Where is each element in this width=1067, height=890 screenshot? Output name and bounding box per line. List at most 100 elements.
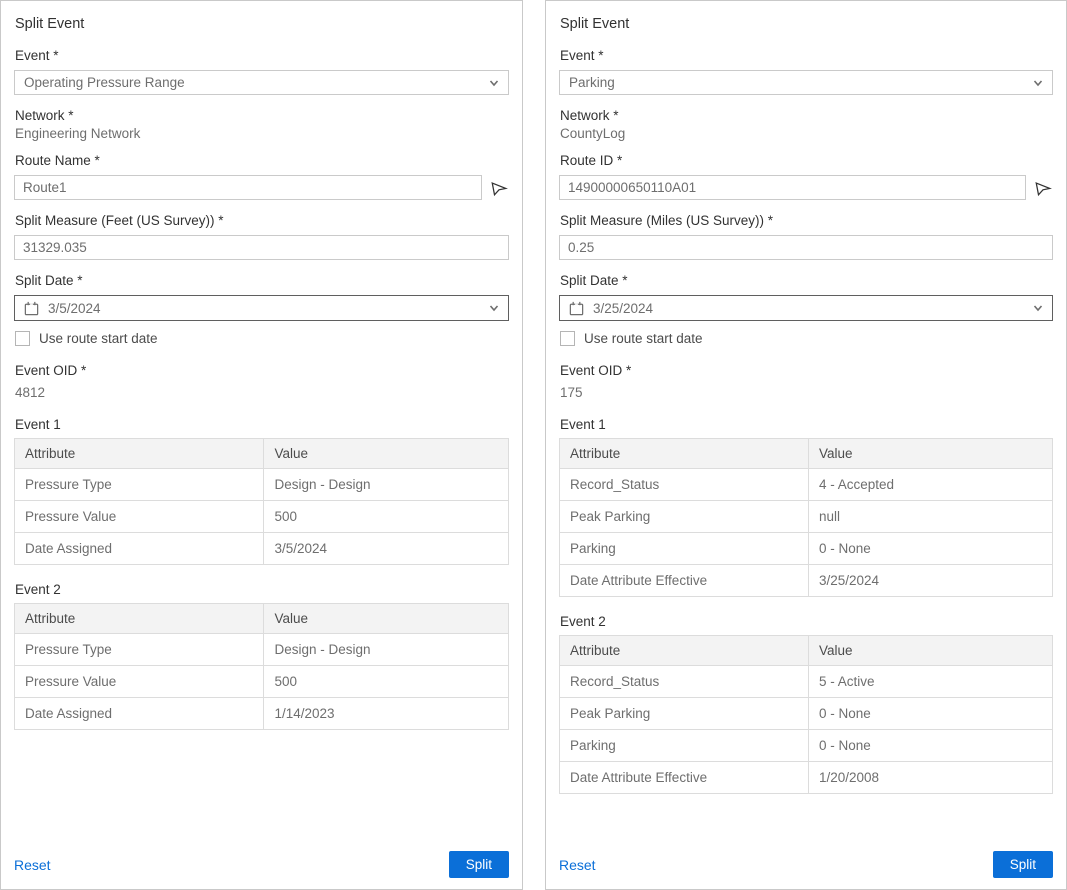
attribute-cell: Parking	[560, 730, 809, 762]
event-select[interactable]: Parking	[559, 70, 1053, 95]
attribute-cell: Parking	[560, 533, 809, 565]
network-value: Engineering Network	[15, 126, 509, 141]
value-cell: 500	[264, 666, 509, 698]
attribute-cell: Pressure Type	[15, 469, 264, 501]
value-cell: 500	[264, 501, 509, 533]
use-route-start-date-row: Use route start date	[560, 331, 1053, 346]
attribute-cell: Date Assigned	[15, 533, 264, 565]
attribute-cell: Peak Parking	[560, 698, 809, 730]
date-label: Split Date *	[560, 273, 1053, 288]
event-select-value: Operating Pressure Range	[24, 75, 488, 90]
table-row: Peak Parking 0 - None	[560, 698, 1053, 730]
value-cell: 5 - Active	[808, 666, 1052, 698]
split-event-panel-right: Split Event Event * Parking Network * Co…	[545, 0, 1067, 890]
value-cell: Design - Design	[264, 469, 509, 501]
split-button[interactable]: Split	[993, 851, 1053, 878]
split-event-panel-left: Split Event Event * Operating Pressure R…	[0, 0, 523, 890]
page-title: Split Event	[15, 16, 509, 32]
value-cell: 1/14/2023	[264, 698, 509, 730]
table-row: Parking 0 - None	[560, 730, 1053, 762]
use-route-start-date-checkbox[interactable]	[15, 331, 30, 346]
panel-actions: Reset Split	[14, 851, 509, 878]
route-picker-arrow-button[interactable]	[1033, 177, 1053, 199]
value-cell: Design - Design	[264, 634, 509, 666]
attribute-cell: Record_Status	[560, 469, 809, 501]
event-oid-value: 4812	[15, 385, 509, 400]
attribute-cell: Pressure Value	[15, 666, 264, 698]
event-oid-label: Event OID *	[15, 363, 509, 378]
attribute-cell: Pressure Type	[15, 634, 264, 666]
attribute-column-header: Attribute	[560, 636, 809, 666]
table-row: Date Assigned 1/14/2023	[15, 698, 509, 730]
route-picker-arrow-button[interactable]	[489, 177, 509, 199]
split-date-picker[interactable]: 3/5/2024	[14, 295, 509, 321]
table-header-row: Attribute Value	[560, 439, 1053, 469]
use-route-start-date-label: Use route start date	[584, 331, 703, 346]
split-date-picker[interactable]: 3/25/2024	[559, 295, 1053, 321]
table-row: Pressure Value 500	[15, 501, 509, 533]
attribute-column-header: Attribute	[560, 439, 809, 469]
measure-label: Split Measure (Feet (US Survey)) *	[15, 213, 509, 228]
value-column-header: Value	[264, 604, 509, 634]
route-input[interactable]	[14, 175, 482, 200]
attribute-cell: Record_Status	[560, 666, 809, 698]
event-oid-label: Event OID *	[560, 363, 1053, 378]
network-label: Network *	[560, 108, 1053, 123]
measure-input[interactable]	[14, 235, 509, 260]
table-header-row: Attribute Value	[15, 604, 509, 634]
measure-input[interactable]	[559, 235, 1053, 260]
table-row: Record_Status 5 - Active	[560, 666, 1053, 698]
table-row: Date Attribute Effective 3/25/2024	[560, 565, 1053, 597]
event2-heading: Event 2	[15, 582, 509, 597]
use-route-start-date-label: Use route start date	[39, 331, 158, 346]
panel-actions: Reset Split	[559, 851, 1053, 878]
value-cell: 0 - None	[808, 730, 1052, 762]
route-input[interactable]	[559, 175, 1026, 200]
measure-label: Split Measure (Miles (US Survey)) *	[560, 213, 1053, 228]
route-field-row	[14, 175, 509, 200]
chevron-down-icon	[488, 77, 500, 89]
event-select[interactable]: Operating Pressure Range	[14, 70, 509, 95]
value-column-header: Value	[808, 636, 1052, 666]
event-label: Event *	[560, 48, 1053, 63]
table-row: Date Attribute Effective 1/20/2008	[560, 762, 1053, 794]
attribute-column-header: Attribute	[15, 439, 264, 469]
use-route-start-date-checkbox[interactable]	[560, 331, 575, 346]
value-cell: 4 - Accepted	[808, 469, 1052, 501]
value-cell: null	[808, 501, 1052, 533]
date-label: Split Date *	[15, 273, 509, 288]
event-select-value: Parking	[569, 75, 1032, 90]
attribute-cell: Date Assigned	[15, 698, 264, 730]
calendar-icon	[23, 300, 40, 317]
event2-table: Attribute Value Record_Status 5 - Active…	[559, 635, 1053, 794]
event1-heading: Event 1	[15, 417, 509, 432]
event1-table: Attribute Value Pressure Type Design - D…	[14, 438, 509, 565]
table-row: Parking 0 - None	[560, 533, 1053, 565]
table-header-row: Attribute Value	[15, 439, 509, 469]
value-cell: 0 - None	[808, 533, 1052, 565]
reset-link[interactable]: Reset	[14, 857, 51, 873]
page-title: Split Event	[560, 16, 1053, 32]
split-button[interactable]: Split	[449, 851, 509, 878]
chevron-down-icon	[1032, 302, 1044, 314]
value-column-header: Value	[264, 439, 509, 469]
table-row: Date Assigned 3/5/2024	[15, 533, 509, 565]
reset-link[interactable]: Reset	[559, 857, 596, 873]
event1-table: Attribute Value Record_Status 4 - Accept…	[559, 438, 1053, 597]
route-field-row	[559, 175, 1053, 200]
split-event-widgets: Split Event Event * Operating Pressure R…	[0, 0, 1067, 890]
table-row: Peak Parking null	[560, 501, 1053, 533]
table-header-row: Attribute Value	[560, 636, 1053, 666]
value-cell: 3/25/2024	[808, 565, 1052, 597]
value-cell: 0 - None	[808, 698, 1052, 730]
event2-table: Attribute Value Pressure Type Design - D…	[14, 603, 509, 730]
event2-heading: Event 2	[560, 614, 1053, 629]
value-column-header: Value	[808, 439, 1052, 469]
pointer-arrow-icon	[490, 179, 508, 197]
attribute-cell: Peak Parking	[560, 501, 809, 533]
attribute-cell: Date Attribute Effective	[560, 565, 809, 597]
attribute-cell: Date Attribute Effective	[560, 762, 809, 794]
value-cell: 3/5/2024	[264, 533, 509, 565]
network-value: CountyLog	[560, 126, 1053, 141]
event-label: Event *	[15, 48, 509, 63]
